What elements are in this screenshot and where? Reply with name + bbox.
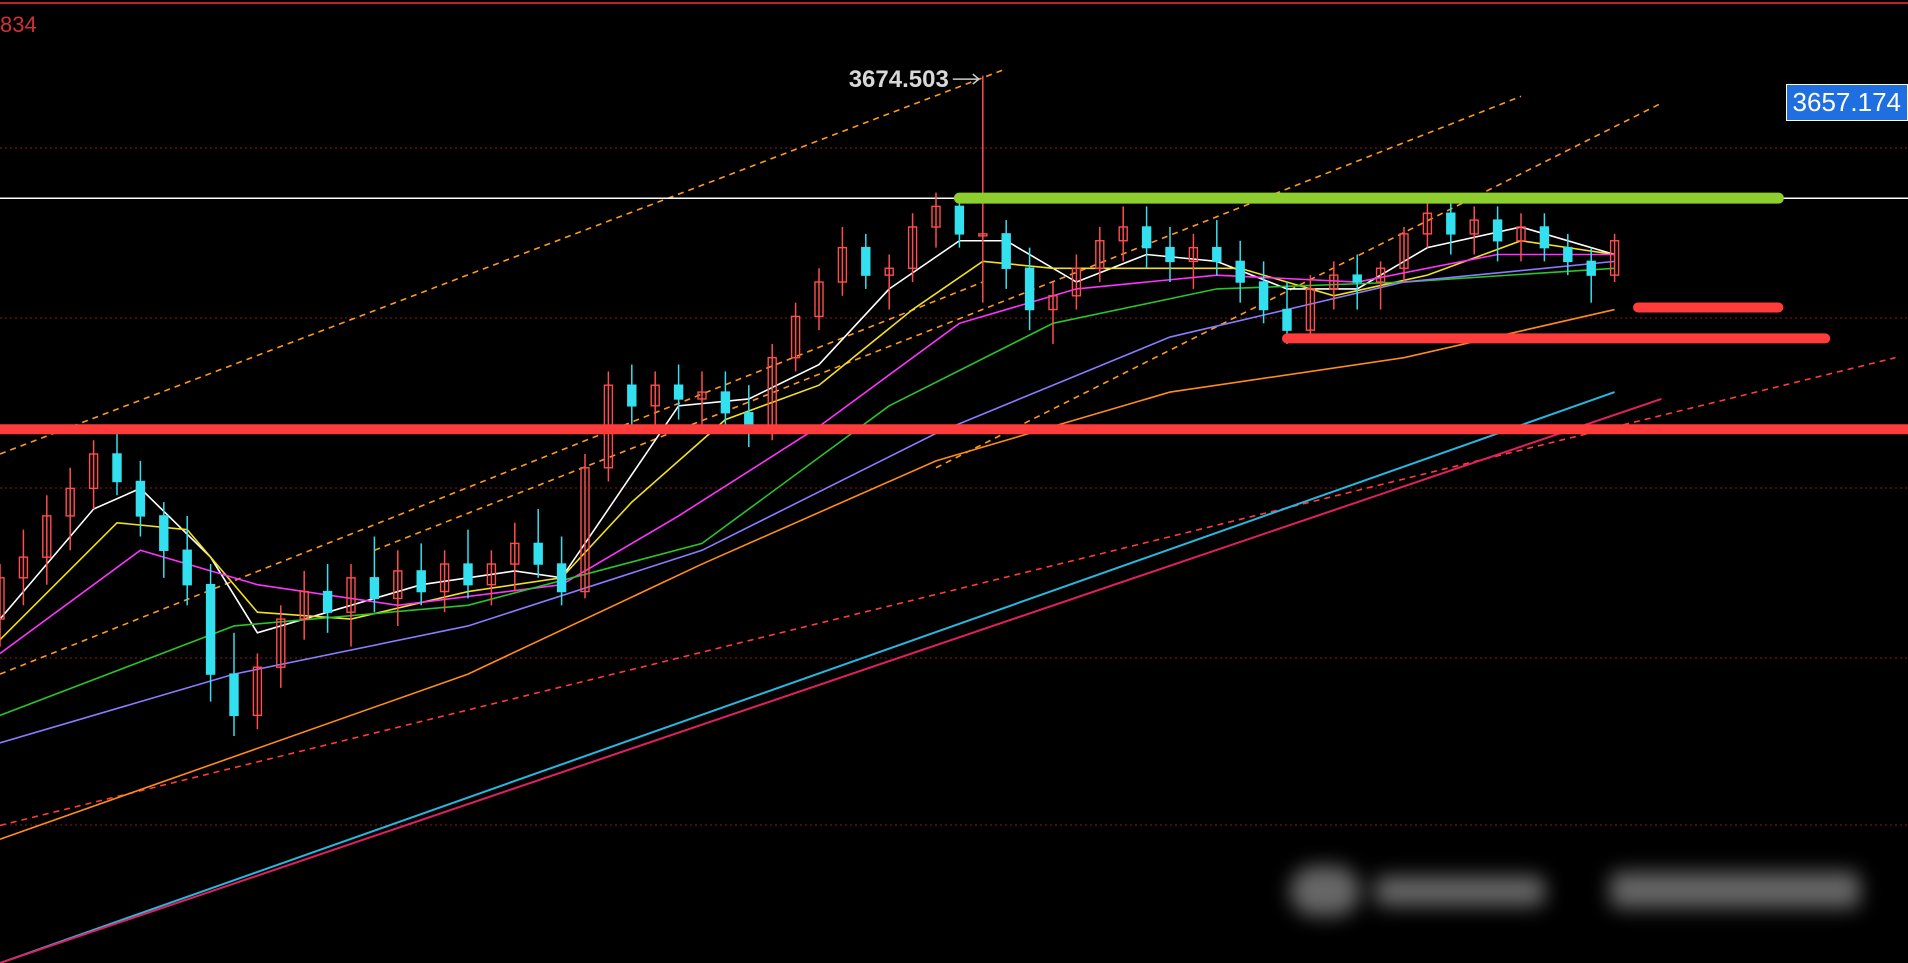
candle-body — [322, 590, 333, 613]
candle-body — [1141, 226, 1152, 249]
candle-body — [1258, 281, 1269, 311]
candle-body — [1282, 308, 1292, 331]
candle-body — [159, 515, 169, 551]
current-price-tag: 3657.174 — [1785, 84, 1908, 121]
candle-body — [463, 563, 473, 586]
candle-body — [673, 384, 684, 400]
candle-body — [112, 453, 122, 483]
candle-body — [416, 570, 426, 593]
candle-body — [1001, 233, 1011, 269]
candle-body — [1212, 246, 1222, 263]
candle-body — [1586, 260, 1596, 276]
candle-body — [954, 205, 965, 235]
candle-body — [720, 391, 731, 414]
chart-background — [0, 0, 1908, 963]
candle-body — [182, 549, 192, 586]
candle-body — [1492, 219, 1503, 242]
candle-body — [533, 542, 543, 565]
high-annotation-label: 3674.503 — [849, 66, 949, 93]
candle-body — [1024, 267, 1035, 311]
candle-body — [1446, 212, 1456, 235]
top-left-value: 834 — [0, 12, 37, 37]
candle-body — [369, 577, 380, 600]
watermark-logo — [1280, 848, 1870, 930]
candle-body — [229, 673, 239, 717]
candle-body — [1352, 274, 1362, 283]
candle-body — [556, 563, 567, 593]
candle-body — [1539, 226, 1550, 249]
candle-body — [861, 246, 871, 276]
candle-body — [205, 583, 216, 675]
candle-body — [1165, 246, 1175, 263]
candle-body — [1563, 246, 1573, 263]
candle-body — [1235, 260, 1245, 283]
candle-body — [135, 480, 146, 517]
candle-body — [627, 384, 637, 407]
price-chart: 3674.503 — [0, 0, 1908, 963]
